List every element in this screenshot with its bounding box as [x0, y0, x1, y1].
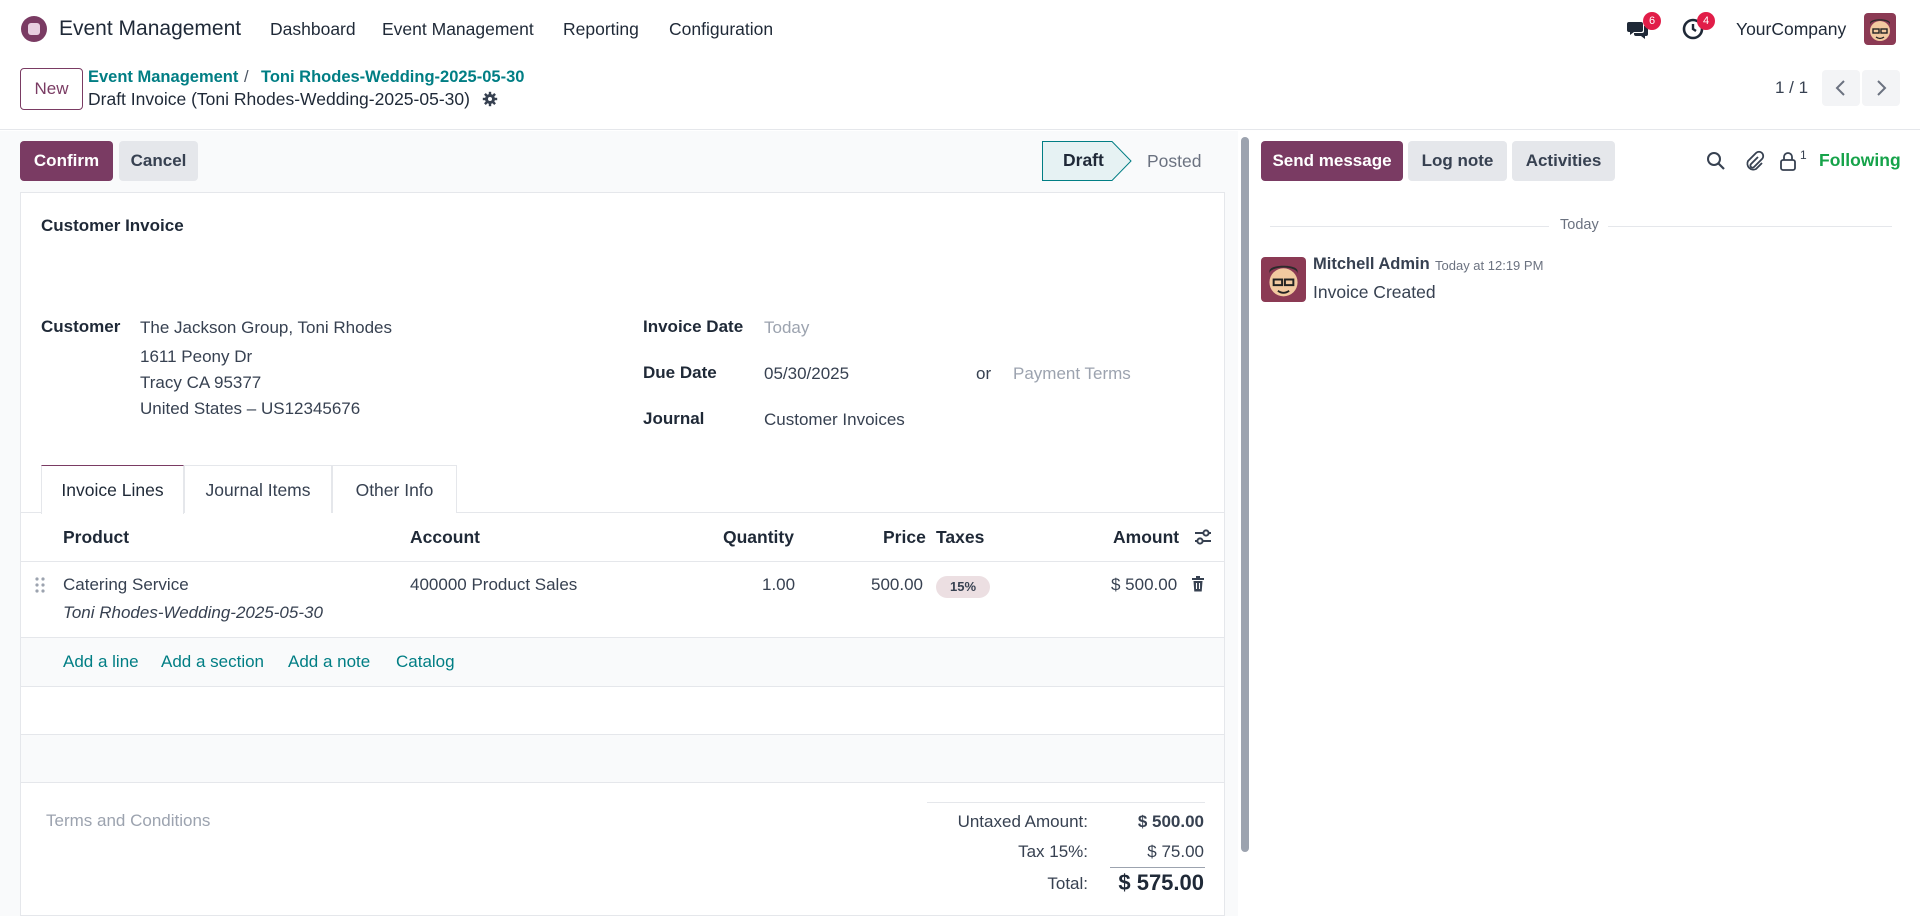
gear-icon[interactable]: [482, 91, 498, 107]
menu-event-management[interactable]: Event Management: [382, 19, 534, 40]
payment-terms-field[interactable]: Payment Terms: [1013, 364, 1131, 384]
journal-field[interactable]: Customer Invoices: [764, 410, 905, 430]
menu-reporting[interactable]: Reporting: [563, 19, 639, 40]
total-divider: [1110, 867, 1205, 868]
col-amount[interactable]: Amount: [1113, 527, 1179, 548]
invoice-date-field[interactable]: Today: [764, 318, 809, 338]
pager-next-button[interactable]: [1862, 70, 1900, 106]
app-menu-icon[interactable]: [21, 16, 47, 42]
breadcrumb-event-management[interactable]: Event Management: [88, 68, 238, 87]
tax-label: Tax 15%:: [1018, 842, 1088, 861]
following-button[interactable]: Following: [1819, 150, 1901, 171]
customer-city: Tracy CA 95377: [140, 373, 262, 392]
status-posted[interactable]: Posted: [1130, 141, 1226, 181]
catalog-link[interactable]: Catalog: [396, 652, 455, 672]
chatter-panel: [1250, 131, 1920, 916]
log-note-button[interactable]: Log note: [1408, 141, 1507, 181]
top-navbar: Event Management Dashboard Event Managem…: [0, 0, 1920, 58]
terms-and-conditions-field[interactable]: Terms and Conditions: [46, 811, 210, 831]
app-name[interactable]: Event Management: [59, 17, 241, 41]
optional-columns-icon[interactable]: [1193, 527, 1213, 547]
new-button[interactable]: New: [20, 68, 83, 110]
line-quantity[interactable]: 1.00: [762, 575, 795, 595]
breadcrumb-event[interactable]: Toni Rhodes-Wedding-2025-05-30: [261, 68, 524, 87]
tab-invoice-lines[interactable]: Invoice Lines: [41, 465, 184, 514]
add-section-link[interactable]: Add a section: [161, 652, 264, 672]
form-scrollbar[interactable]: [1241, 137, 1249, 852]
total-label: Total:: [1047, 874, 1088, 893]
form-title: Customer Invoice: [41, 216, 184, 235]
breadcrumb-separator: /: [244, 68, 249, 86]
message-author-avatar[interactable]: [1261, 257, 1306, 302]
line-amount: $ 500.00: [1111, 575, 1178, 594]
line-price[interactable]: 500.00: [871, 575, 923, 595]
untaxed-amount-label: Untaxed Amount:: [957, 812, 1088, 831]
cancel-button[interactable]: Cancel: [119, 141, 198, 181]
tab-journal-items[interactable]: Journal Items: [184, 465, 332, 513]
tab-other-info[interactable]: Other Info: [332, 465, 457, 513]
col-product[interactable]: Product: [63, 527, 129, 548]
due-date-field[interactable]: 05/30/2025: [764, 364, 849, 384]
messages-badge: 6: [1643, 12, 1661, 30]
menu-configuration[interactable]: Configuration: [669, 19, 773, 40]
activities-button[interactable]: Activities: [1512, 141, 1615, 181]
col-taxes[interactable]: Taxes: [936, 527, 984, 548]
message-author[interactable]: Mitchell Admin: [1313, 255, 1430, 274]
menu-dashboard[interactable]: Dashboard: [270, 19, 356, 40]
status-draft[interactable]: Draft: [1042, 141, 1132, 181]
customer-street: 1611 Peony Dr: [140, 347, 253, 366]
line-description[interactable]: Toni Rhodes-Wedding-2025-05-30: [63, 603, 323, 623]
add-row-divider: [20, 686, 1225, 687]
paperclip-icon[interactable]: [1743, 150, 1765, 172]
customer-name[interactable]: The Jackson Group, Toni Rhodes: [140, 318, 392, 338]
followers-count: 1: [1800, 148, 1807, 162]
record-title: Draft Invoice (Toni Rhodes-Wedding-2025-…: [88, 89, 470, 109]
total-value: $ 575.00: [1118, 870, 1204, 895]
status-draft-label: Draft: [1063, 150, 1104, 170]
tax-value: $ 75.00: [1147, 842, 1204, 861]
line-tax-tag[interactable]: 15%: [936, 576, 990, 598]
message-body: Invoice Created: [1313, 282, 1436, 302]
activities-badge: 4: [1697, 12, 1715, 30]
invoice-date-label: Invoice Date: [643, 317, 744, 336]
empty-row: [21, 735, 1224, 782]
date-divider-left: [1270, 226, 1549, 227]
col-quantity[interactable]: Quantity: [723, 527, 794, 548]
drag-handle-icon[interactable]: [35, 576, 45, 594]
user-avatar[interactable]: [1864, 13, 1896, 45]
confirm-button[interactable]: Confirm: [20, 141, 113, 181]
line-product[interactable]: Catering Service: [63, 575, 189, 595]
message-time: Today at 12:19 PM: [1435, 258, 1544, 273]
control-panel: New Event Management / Toni Rhodes-Weddi…: [0, 58, 1920, 130]
untaxed-amount-value: $ 500.00: [1137, 812, 1204, 831]
pager-value[interactable]: 1 / 1: [1775, 78, 1808, 98]
journal-label: Journal: [643, 409, 705, 428]
table-bottom-divider: [20, 782, 1225, 783]
or-text: or: [976, 364, 992, 383]
customer-country: United States – US12345676: [140, 399, 361, 418]
customer-label: Customer: [41, 317, 121, 336]
send-message-button[interactable]: Send message: [1261, 141, 1403, 181]
col-account[interactable]: Account: [410, 527, 480, 548]
header-row-divider: [20, 561, 1225, 562]
trash-icon[interactable]: [1191, 576, 1205, 592]
invoice-sheet: [20, 192, 1225, 916]
pager-previous-button[interactable]: [1822, 70, 1860, 106]
add-note-link[interactable]: Add a note: [288, 652, 370, 672]
totals-top-divider: [927, 802, 1205, 803]
date-divider-right: [1608, 226, 1892, 227]
line-account[interactable]: 400000 Product Sales: [410, 575, 577, 595]
col-price[interactable]: Price: [883, 527, 926, 548]
due-date-label: Due Date: [643, 363, 717, 382]
date-separator: Today: [1560, 217, 1599, 233]
followers-lock-icon[interactable]: [1777, 150, 1799, 172]
add-line-link[interactable]: Add a line: [63, 652, 139, 672]
company-switcher[interactable]: YourCompany: [1736, 19, 1846, 40]
search-icon[interactable]: [1705, 150, 1727, 172]
